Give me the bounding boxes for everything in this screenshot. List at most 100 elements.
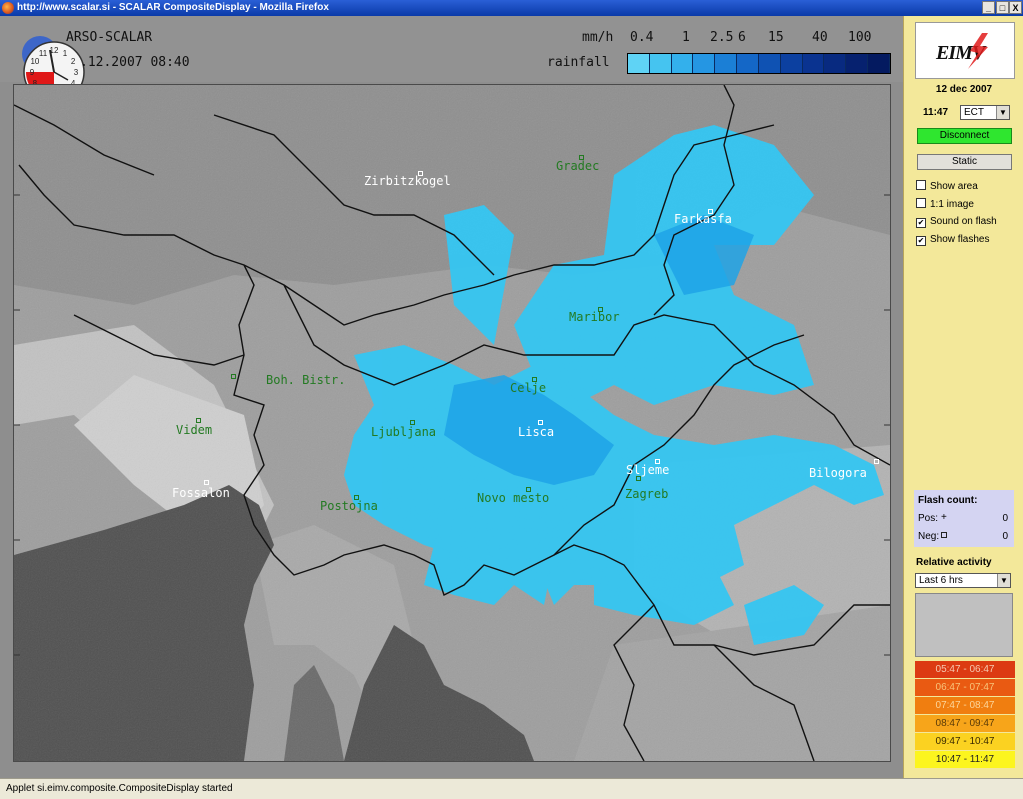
city-label-ljubljana: Ljubljana (371, 425, 437, 439)
checkbox[interactable]: ✔ (916, 236, 926, 246)
unit-label: mm/h (582, 30, 614, 45)
neg-count: 0 (1002, 531, 1008, 542)
scale-value: 40 (812, 30, 828, 45)
option-show-area[interactable]: Show area (916, 180, 978, 192)
time-label: 11:47 (923, 107, 949, 118)
city-label-videm: Videm (176, 423, 213, 437)
option-sound-on-flash[interactable]: ✔ Sound on flash (916, 216, 997, 228)
control-sidebar: EIMV 12 dec 2007 11:47 ECT ▼ Disconnect … (903, 16, 1023, 778)
clock-number: 3 (74, 68, 79, 77)
chevron-down-icon: ▼ (997, 574, 1010, 587)
option-label: Sound on flash (930, 216, 997, 227)
minimize-button[interactable]: _ (982, 1, 995, 14)
date-label: 12 dec 2007 (935, 84, 993, 95)
disconnect-button[interactable]: Disconnect (917, 128, 1012, 144)
city-label-zirbitzkogel: Zirbitzkogel (364, 174, 451, 188)
scale-swatch (868, 54, 890, 73)
rainfall-scale-bar (627, 53, 891, 74)
scale-swatch (671, 54, 694, 73)
activity-band: 06:47 - 07:47 (915, 679, 1015, 696)
city-label-gradec: Gradec (556, 159, 600, 173)
activity-preview (915, 593, 1013, 657)
eimv-logo: EIMV (915, 22, 1015, 79)
option-label: Show flashes (930, 234, 990, 245)
city-label-celje: Celje (510, 381, 547, 395)
scale-value: 6 (738, 30, 746, 45)
activity-band: 07:47 - 08:47 (915, 697, 1015, 714)
clock-number: 10 (30, 57, 39, 66)
map-graphic (14, 85, 890, 761)
firefox-icon (2, 2, 14, 14)
timezone-select[interactable]: ECT ▼ (960, 105, 1010, 120)
checkbox[interactable]: ✔ (916, 218, 926, 228)
city-label-bilogora: Bilogora (809, 466, 867, 480)
city-marker (874, 459, 879, 464)
close-button[interactable]: X (1009, 1, 1022, 14)
scale-value: 15 (768, 30, 784, 45)
static-button[interactable]: Static (917, 154, 1012, 170)
status-bar: Applet si.eimv.composite.CompositeDispla… (0, 778, 1023, 799)
clock-number: 2 (71, 57, 76, 66)
city-label-sljeme: Sljeme (626, 463, 670, 477)
city-marker (231, 374, 236, 379)
scale-swatch (802, 54, 825, 73)
scale-value: 0.4 (630, 30, 654, 45)
flash-count-panel: Flash count: Pos: + 0 Neg: 0 (914, 490, 1014, 547)
neg-square-icon (941, 532, 947, 538)
scale-swatch (780, 54, 803, 73)
scale-swatch (715, 54, 738, 73)
option-1-1-image[interactable]: 1:1 image (916, 198, 974, 210)
relative-activity-title: Relative activity (916, 557, 992, 568)
pos-symbol: + (941, 512, 947, 523)
window-title: http://www.scalar.si - SCALAR CompositeD… (17, 2, 329, 13)
scale-value: 2.5 (710, 30, 734, 45)
city-marker (204, 480, 209, 485)
chevron-down-icon: ▼ (996, 106, 1009, 119)
scale-swatch (758, 54, 781, 73)
activity-band: 09:47 - 10:47 (915, 733, 1015, 750)
scale-swatch (737, 54, 759, 73)
rainfall-label: rainfall (547, 55, 610, 70)
window-titlebar: http://www.scalar.si - SCALAR CompositeD… (0, 0, 1023, 16)
display-header: 121234567891011 ARSO-SCALAR .12.2007 08:… (0, 16, 903, 103)
source-label: ARSO-SCALAR (66, 30, 153, 45)
city-label-lisca: Lisca (518, 425, 555, 439)
scale-swatch (628, 54, 650, 73)
radar-map[interactable]: Zirbitzkogel Gradec Farkasfa Maribor Boh… (13, 84, 891, 762)
option-show-flashes[interactable]: ✔ Show flashes (916, 234, 989, 246)
pos-label: Pos: (918, 513, 939, 524)
scale-swatch (693, 54, 716, 73)
scale-swatch (846, 54, 869, 73)
lightning-icon (968, 33, 988, 69)
activity-band: 08:47 - 09:47 (915, 715, 1015, 732)
activity-period-select[interactable]: Last 6 hrs ▼ (915, 573, 1011, 588)
neg-label: Neg: (918, 531, 940, 542)
scale-swatch (649, 54, 672, 73)
city-marker (636, 476, 641, 481)
option-label: Show area (930, 181, 978, 192)
city-label-maribor: Maribor (569, 310, 620, 324)
checkbox[interactable] (916, 198, 926, 208)
option-label: 1:1 image (930, 199, 974, 210)
activity-band: 10:47 - 11:47 (915, 751, 1015, 768)
clock-number: 1 (63, 49, 68, 58)
city-label-boh-bistr: Boh. Bistr. (266, 373, 346, 387)
city-label-postojna: Postojna (320, 499, 378, 513)
city-label-fossalon: Fossalon (172, 486, 230, 500)
datetime-label: .12.2007 08:40 (80, 55, 190, 70)
scale-swatch (824, 54, 847, 73)
status-text: Applet si.eimv.composite.CompositeDispla… (6, 783, 233, 794)
checkbox[interactable] (916, 180, 926, 190)
city-label-novo-mesto: Novo mesto (477, 491, 550, 505)
scale-value: 100 (848, 30, 872, 45)
activity-band: 05:47 - 06:47 (915, 661, 1015, 678)
pos-count: 0 (1002, 513, 1008, 524)
city-label-farkasfa: Farkasfa (674, 212, 732, 226)
timezone-value: ECT (964, 107, 984, 118)
clock-number: 9 (30, 68, 35, 77)
activity-period-value: Last 6 hrs (919, 575, 963, 586)
flash-count-title: Flash count: (918, 495, 978, 506)
clock-number: 11 (39, 49, 48, 58)
maximize-button[interactable]: □ (996, 1, 1009, 14)
scale-value: 1 (682, 30, 690, 45)
